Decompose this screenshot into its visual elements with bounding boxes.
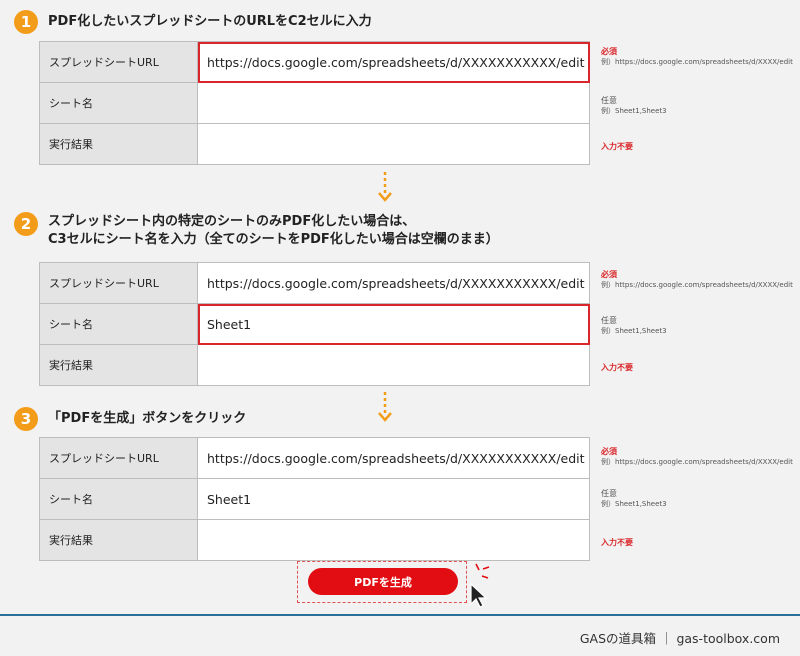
- step-3-header: 3 「PDFを生成」ボタンをクリック: [14, 407, 246, 431]
- table-row: 実行結果: [39, 344, 590, 386]
- url-note: 必須 例）https://docs.google.com/spreadsheet…: [601, 270, 793, 290]
- no-input-tag: 入力不要: [601, 142, 633, 151]
- step-2-title-line-1: スプレッドシート内の特定のシートのみPDF化したい場合は、: [48, 214, 416, 229]
- footer-credit: GASの道具箱 ｜ gas-toolbox.com: [579, 631, 780, 646]
- optional-tag: 任意: [601, 316, 617, 325]
- result-cell[interactable]: [197, 344, 590, 386]
- required-tag: 必須: [601, 270, 617, 279]
- step-1-header: 1 PDF化したいスプレッドシートのURLをC2セルに入力: [14, 10, 372, 34]
- result-label: 実行結果: [39, 344, 198, 386]
- step-2-number-badge: 2: [14, 212, 38, 236]
- step-2-title-line-2: C3セルにシート名を入力（全てのシートをPDF化したい場合は空欄のまま）: [48, 232, 499, 247]
- step-2-header: 2 スプレッドシート内の特定のシートのみPDF化したい場合は、 C3セルにシート…: [14, 212, 499, 249]
- step-1-title: PDF化したいスプレッドシートのURLをC2セルに入力: [48, 13, 372, 31]
- step-1-number-badge: 1: [14, 10, 38, 34]
- no-input-tag: 入力不要: [601, 538, 633, 547]
- table-row: スプレッドシートURL https://docs.google.com/spre…: [39, 437, 590, 479]
- mouse-pointer-icon: [470, 582, 488, 608]
- result-label: 実行結果: [39, 123, 198, 165]
- step-3-number-badge: 3: [14, 407, 38, 431]
- table-row: スプレッドシートURL https://docs.google.com/spre…: [39, 41, 590, 83]
- step-2-title: スプレッドシート内の特定のシートのみPDF化したい場合は、 C3セルにシート名を…: [48, 213, 499, 249]
- sheet-note: 任意 例）Sheet1,Sheet3: [601, 316, 667, 336]
- sheet-name-cell[interactable]: Sheet1: [197, 478, 590, 520]
- result-note: 入力不要: [601, 538, 633, 548]
- sheet-name-cell[interactable]: [197, 82, 590, 124]
- required-tag: 必須: [601, 47, 617, 56]
- table-row: 実行結果: [39, 123, 590, 165]
- dashed-down-arrow-icon: [378, 392, 392, 422]
- step-1-sheet-table: スプレッドシートURL https://docs.google.com/spre…: [39, 41, 590, 165]
- table-row: シート名: [39, 82, 590, 124]
- required-tag: 必須: [601, 447, 617, 456]
- url-note: 必須 例）https://docs.google.com/spreadsheet…: [601, 447, 793, 467]
- result-cell[interactable]: [197, 123, 590, 165]
- step-1-title-line: PDF化したいスプレッドシートのURLをC2セルに入力: [48, 14, 372, 29]
- sheet-example: 例）Sheet1,Sheet3: [601, 107, 667, 115]
- generate-pdf-button[interactable]: PDFを生成: [308, 568, 458, 595]
- step-2-sheet-table: スプレッドシートURL https://docs.google.com/spre…: [39, 262, 590, 386]
- url-label: スプレッドシートURL: [39, 437, 198, 479]
- result-cell[interactable]: [197, 519, 590, 561]
- sheet-name-cell[interactable]: Sheet1: [197, 303, 590, 345]
- url-example: 例）https://docs.google.com/spreadsheets/d…: [601, 281, 793, 289]
- sheet-example: 例）Sheet1,Sheet3: [601, 500, 667, 508]
- url-label: スプレッドシートURL: [39, 41, 198, 83]
- sheet-name-label: シート名: [39, 303, 198, 345]
- table-row: スプレッドシートURL https://docs.google.com/spre…: [39, 262, 590, 304]
- optional-tag: 任意: [601, 489, 617, 498]
- url-cell[interactable]: https://docs.google.com/spreadsheets/d/X…: [197, 41, 590, 83]
- footer: GASの道具箱 ｜ gas-toolbox.com: [0, 614, 800, 656]
- step-3-sheet-table: スプレッドシートURL https://docs.google.com/spre…: [39, 437, 590, 561]
- table-row: シート名 Sheet1: [39, 478, 590, 520]
- sheet-note: 任意 例）Sheet1,Sheet3: [601, 489, 667, 509]
- table-row: シート名 Sheet1: [39, 303, 590, 345]
- generate-button-highlight: PDFを生成: [297, 561, 467, 603]
- no-input-tag: 入力不要: [601, 363, 633, 372]
- url-note: 必須 例）https://docs.google.com/spreadsheet…: [601, 47, 793, 67]
- dashed-down-arrow-icon: [378, 172, 392, 202]
- result-note: 入力不要: [601, 363, 633, 373]
- result-note: 入力不要: [601, 142, 633, 152]
- step-3-title-line: 「PDFを生成」ボタンをクリック: [48, 411, 247, 426]
- url-example: 例）https://docs.google.com/spreadsheets/d…: [601, 58, 793, 66]
- sheet-name-label: シート名: [39, 478, 198, 520]
- table-row: 実行結果: [39, 519, 590, 561]
- url-label: スプレッドシートURL: [39, 262, 198, 304]
- step-3-title: 「PDFを生成」ボタンをクリック: [48, 410, 246, 428]
- url-example: 例）https://docs.google.com/spreadsheets/d…: [601, 458, 793, 466]
- sheet-note: 任意 例）Sheet1,Sheet3: [601, 96, 667, 116]
- sheet-name-label: シート名: [39, 82, 198, 124]
- url-cell[interactable]: https://docs.google.com/spreadsheets/d/X…: [197, 262, 590, 304]
- sheet-example: 例）Sheet1,Sheet3: [601, 327, 667, 335]
- result-label: 実行結果: [39, 519, 198, 561]
- optional-tag: 任意: [601, 96, 617, 105]
- url-cell[interactable]: https://docs.google.com/spreadsheets/d/X…: [197, 437, 590, 479]
- click-burst-and-cursor: [470, 563, 490, 608]
- click-burst-icon: [475, 563, 490, 579]
